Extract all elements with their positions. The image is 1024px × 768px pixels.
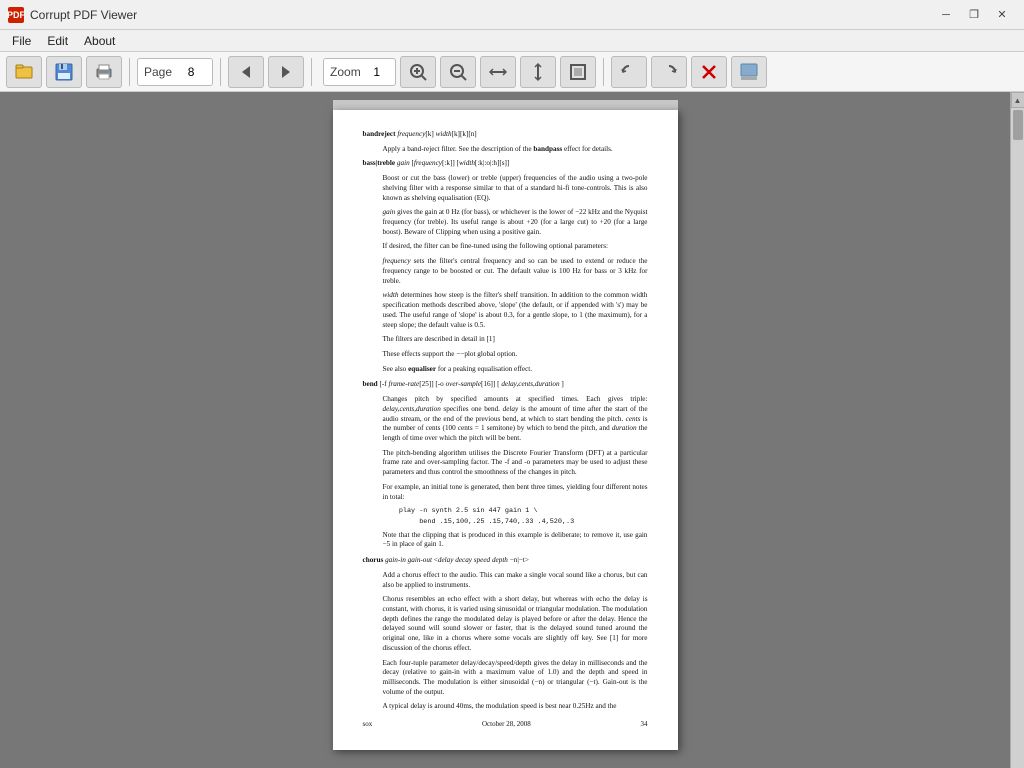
zoom-input[interactable]: 1 — [365, 65, 389, 79]
zoom-in-button[interactable] — [400, 56, 436, 88]
pdf-line10: These effects support the −−plot global … — [363, 350, 648, 360]
pdf-chorus-para4: A typical delay is around 40ms, the modu… — [363, 702, 648, 712]
scroll-up-arrow[interactable]: ▲ — [1011, 92, 1024, 108]
app-icon: PDF — [8, 7, 24, 23]
open-button[interactable] — [6, 56, 42, 88]
extra-button[interactable] — [731, 56, 767, 88]
fit-width-button[interactable] — [480, 56, 516, 88]
toolbar: Page 8 Zoom 1 — [0, 52, 1024, 92]
pdf-bend-note: Note that the clipping that is produced … — [363, 531, 648, 550]
pdf-line2: Apply a band-reject filter. See the desc… — [363, 145, 648, 155]
zoom-input-group: Zoom 1 — [323, 58, 396, 86]
separator-4 — [603, 58, 604, 86]
main-area: bandreject frequency[k] width[k][k][n] A… — [0, 92, 1024, 768]
zoom-label: Zoom — [330, 65, 361, 79]
rotate-right-button[interactable] — [651, 56, 687, 88]
print-button[interactable] — [86, 56, 122, 88]
pdf-line3: bass|treble gain [frequency[:k]] [width[… — [363, 159, 648, 169]
page-header-strip — [333, 100, 678, 110]
fit-page-button[interactable] — [560, 56, 596, 88]
prev-page-button[interactable] — [228, 56, 264, 88]
pdf-code1: play -n synth 2.5 sin 447 gain 1 \ — [383, 507, 648, 516]
restore-button[interactable]: ❐ — [960, 5, 988, 25]
rotate-left-button[interactable] — [611, 56, 647, 88]
pdf-line8: width determines how steep is the filter… — [363, 291, 648, 330]
menu-bar: File Edit About — [0, 30, 1024, 52]
minimize-button[interactable]: ─ — [932, 5, 960, 25]
zoom-out-button[interactable] — [440, 56, 476, 88]
pdf-line5: gain gives the gain at 0 Hz (for bass), … — [363, 208, 648, 237]
scrollbar-right[interactable]: ▲ — [1010, 92, 1024, 768]
pdf-chorus-para2: Chorus resembles an echo effect with a s… — [363, 595, 648, 653]
title-text: Corrupt PDF Viewer — [30, 8, 137, 22]
title-left: PDF Corrupt PDF Viewer — [8, 7, 137, 23]
pdf-line11: See also equaliser for a peaking equalis… — [363, 365, 648, 375]
pdf-footer: sox October 28, 2008 34 — [363, 720, 648, 729]
next-page-button[interactable] — [268, 56, 304, 88]
close-button[interactable]: ✕ — [988, 5, 1016, 25]
pdf-line6: If desired, the filter can be fine-tuned… — [363, 242, 648, 252]
pdf-chorus-para3: Each four-tuple parameter delay/decay/sp… — [363, 659, 648, 698]
page-input[interactable]: 8 — [176, 65, 206, 79]
save-button[interactable] — [46, 56, 82, 88]
pdf-line4: Boost or cut the bass (lower) or treble … — [363, 174, 648, 203]
pdf-bend-para2: The pitch-bending algorithm utilises the… — [363, 449, 648, 478]
title-bar: PDF Corrupt PDF Viewer ─ ❐ ✕ — [0, 0, 1024, 30]
pdf-page: bandreject frequency[k] width[k][k][n] A… — [333, 110, 678, 750]
pdf-bend-para3: For example, an initial tone is generate… — [363, 483, 648, 502]
pdf-area: bandreject frequency[k] width[k][k][n] A… — [0, 92, 1010, 768]
separator-1 — [129, 58, 130, 86]
footer-right: 34 — [641, 720, 648, 729]
pdf-bend-heading: bend [-f frame-rate[25]] [-o over-sample… — [363, 380, 648, 390]
pdf-line7: frequency sets the filter's central freq… — [363, 257, 648, 286]
menu-about[interactable]: About — [76, 32, 123, 50]
footer-center: October 28, 2008 — [482, 720, 531, 729]
pdf-line9: The filters are described in detail in [… — [363, 335, 648, 345]
pdf-code2: bend .15,100,.25 .15,740,.33 .4,520,.3 — [383, 518, 648, 527]
title-controls[interactable]: ─ ❐ ✕ — [932, 5, 1016, 25]
pdf-chorus-heading: chorus gain-in gain-out <delay decay spe… — [363, 556, 648, 566]
pdf-chorus-para1: Add a chorus effect to the audio. This c… — [363, 571, 648, 590]
fit-height-button[interactable] — [520, 56, 556, 88]
pdf-line1: bandreject frequency[k] width[k][k][n] — [363, 130, 648, 140]
footer-left: sox — [363, 720, 373, 729]
page-label: Page — [144, 65, 172, 79]
pdf-bend-para1: Changes pitch by specified amounts at sp… — [363, 395, 648, 444]
menu-file[interactable]: File — [4, 32, 39, 50]
scroll-thumb[interactable] — [1013, 110, 1023, 140]
separator-2 — [220, 58, 221, 86]
separator-3 — [311, 58, 312, 86]
page-input-group: Page 8 — [137, 58, 213, 86]
close-doc-button[interactable] — [691, 56, 727, 88]
menu-edit[interactable]: Edit — [39, 32, 76, 50]
